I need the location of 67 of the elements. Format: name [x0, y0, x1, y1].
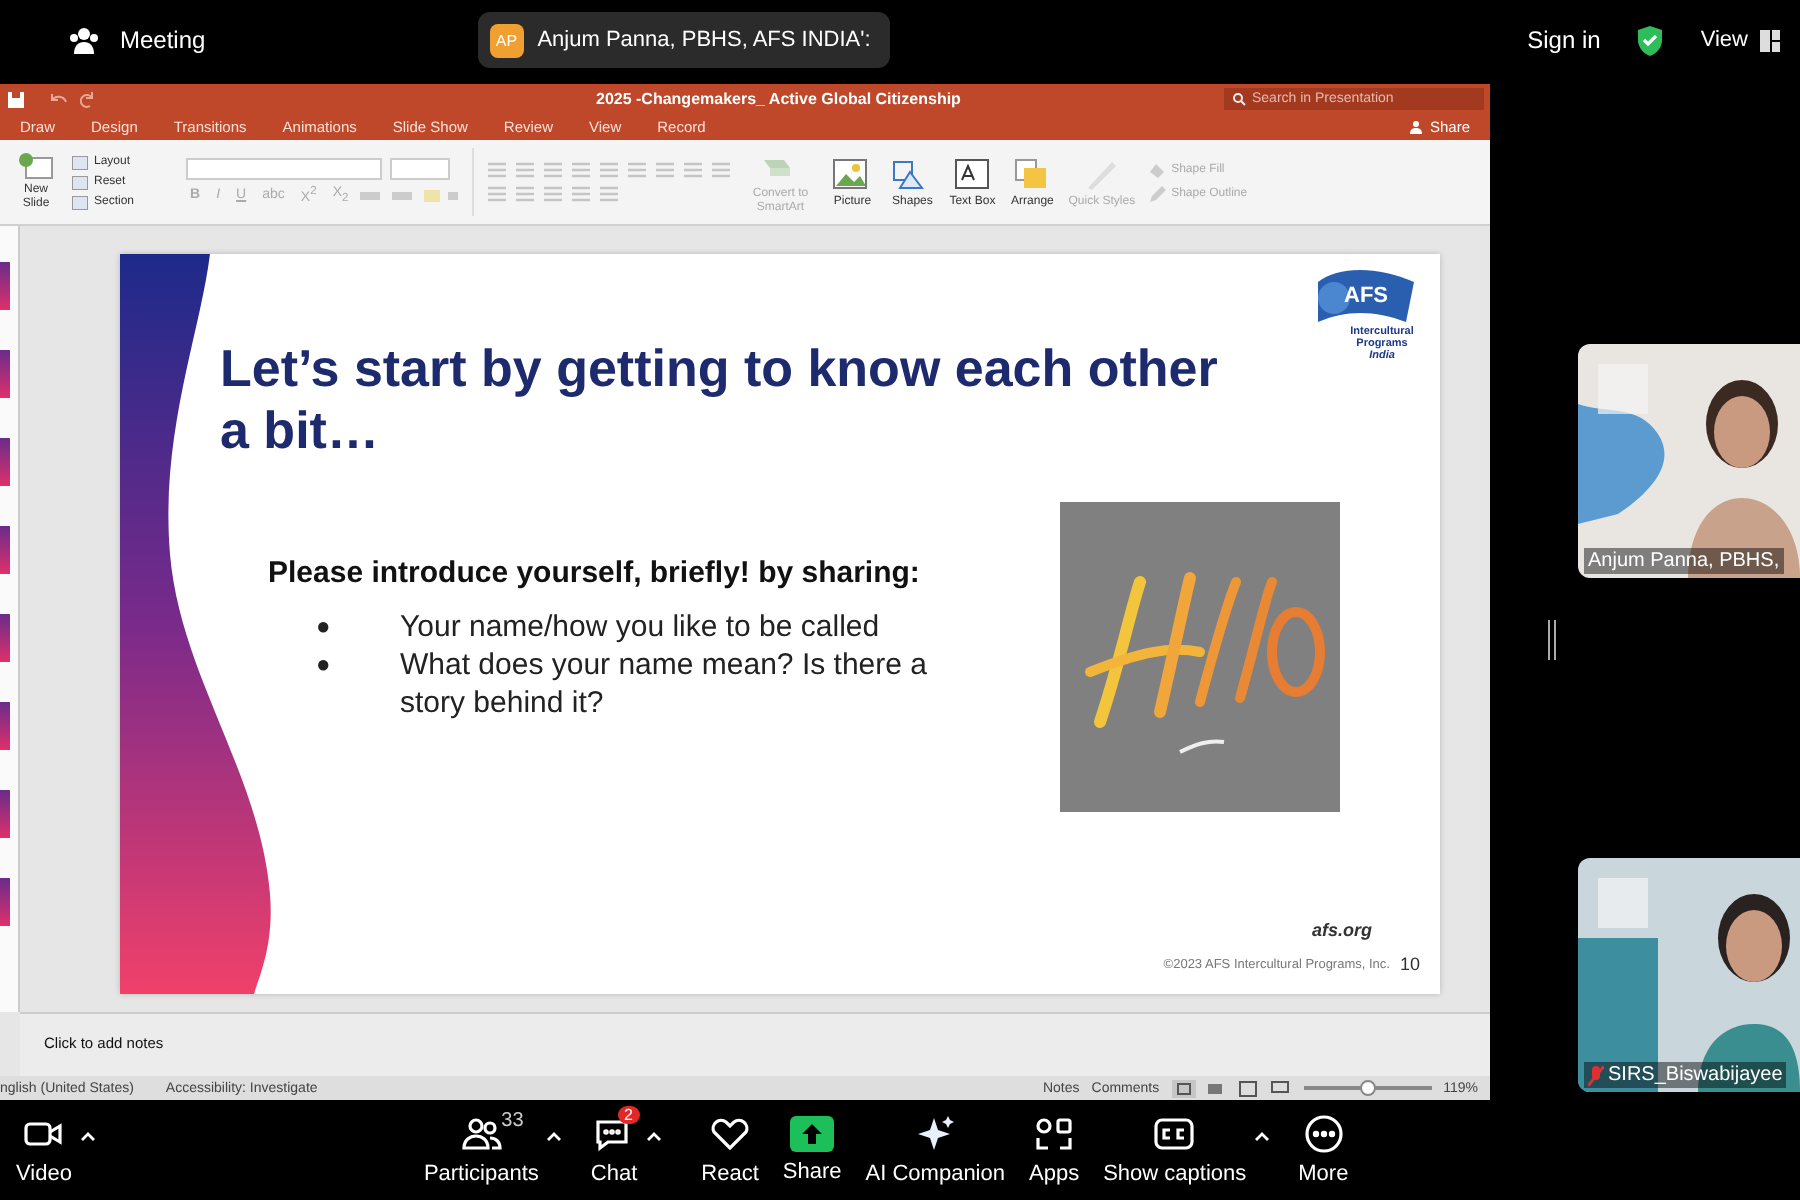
- avatar: AP: [489, 23, 524, 57]
- person-add-icon: [1409, 120, 1426, 134]
- meeting-title[interactable]: Meeting: [120, 26, 206, 54]
- search-icon: [1232, 92, 1246, 106]
- text-box-icon: [950, 155, 995, 191]
- paragraph-format-icon[interactable]: [682, 162, 705, 178]
- slide-title: Let’s start by getting to know each other a bit…: [220, 338, 1220, 462]
- font-dropdown[interactable]: [186, 158, 383, 181]
- paragraph-format-icon[interactable]: [542, 162, 565, 178]
- view-mode-icons[interactable]: [1171, 1079, 1292, 1097]
- caret-icon[interactable]: [645, 1130, 662, 1142]
- apps-icon: [1032, 1114, 1077, 1154]
- toolbar-button[interactable]: AI Companion: [853, 1114, 1017, 1186]
- more-icon: [1301, 1114, 1346, 1154]
- heart-icon: [708, 1114, 753, 1154]
- size-dropdown[interactable]: [390, 158, 451, 181]
- toolbar-button[interactable]: Apps: [1017, 1114, 1092, 1186]
- sign-in-link[interactable]: Sign in: [1527, 26, 1601, 54]
- bullet-marker: ●: [316, 610, 333, 644]
- toolbar-button[interactable]: 33 Participants: [411, 1114, 551, 1186]
- paragraph-format-icon[interactable]: [486, 186, 509, 202]
- muted-mic-icon: [1588, 1065, 1604, 1085]
- view-button[interactable]: View: [1700, 28, 1748, 52]
- paragraph-format-icon[interactable]: [626, 162, 649, 178]
- notification-badge: 2: [618, 1106, 639, 1124]
- grid-icon: [1760, 29, 1780, 51]
- paragraph-format-icon[interactable]: [486, 162, 509, 178]
- paragraph-format-icon[interactable]: [570, 162, 593, 178]
- bullet-text: Your name/how you like to be called: [400, 608, 880, 646]
- redo-icon[interactable]: [80, 91, 96, 107]
- paragraph-format-icon[interactable]: [598, 162, 621, 178]
- paragraph-format-icon[interactable]: [514, 186, 537, 202]
- participant-name: Anjum Panna, PBHS,: [1584, 548, 1784, 574]
- save-icon[interactable]: [8, 91, 24, 107]
- toolbar-button[interactable]: Share: [770, 1116, 854, 1184]
- paragraph-format-icon[interactable]: [710, 162, 733, 178]
- document-title: 2025 -Changemakers_ Active Global Citizenship: [596, 90, 961, 108]
- slide-number: 10: [1399, 954, 1420, 974]
- people-icon: [68, 26, 100, 54]
- caret-icon[interactable]: [79, 1130, 96, 1142]
- paragraph-format-icon[interactable]: [514, 162, 537, 178]
- paragraph-format-icon[interactable]: [598, 186, 621, 202]
- caret-icon[interactable]: [546, 1130, 563, 1142]
- toolbar-button[interactable]: React: [689, 1114, 771, 1186]
- zoom-thumb[interactable]: [1359, 1080, 1376, 1096]
- slide-prompt: Please introduce yourself, briefly! by sharing:: [268, 556, 922, 590]
- toolbar-button[interactable]: Video: [4, 1114, 84, 1186]
- participant-name: SIRS_Biswabijayee: [1584, 1062, 1787, 1088]
- share-icon: [790, 1116, 835, 1152]
- website-text: afs.org: [1311, 920, 1372, 940]
- caret-icon[interactable]: [1254, 1130, 1271, 1142]
- toolbar-button[interactable]: Show captions: [1091, 1114, 1259, 1186]
- undo-icon[interactable]: [48, 91, 68, 107]
- people-icon: [459, 1114, 504, 1154]
- speaker-name: Anjum Panna, PBHS, AFS INDIA':: [537, 28, 871, 52]
- new-slide-icon: [18, 152, 54, 180]
- splitter-handle[interactable]: [1548, 620, 1556, 660]
- toolbar-button[interactable]: More: [1286, 1114, 1361, 1186]
- paragraph-format-icon[interactable]: [654, 162, 677, 178]
- captions-icon: [1152, 1114, 1197, 1154]
- shield-icon: [1636, 25, 1665, 55]
- paragraph-format-icon[interactable]: [542, 186, 565, 202]
- paragraph-format-icon[interactable]: [570, 186, 593, 202]
- pencil-icon: [1147, 185, 1166, 203]
- bullet-text: What does your name mean? Is there a story behind it?: [400, 646, 929, 722]
- bullet-marker: ●: [316, 648, 333, 682]
- speaker-pill[interactable]: AP Anjum Panna, PBHS, AFS INDIA':: [477, 12, 890, 68]
